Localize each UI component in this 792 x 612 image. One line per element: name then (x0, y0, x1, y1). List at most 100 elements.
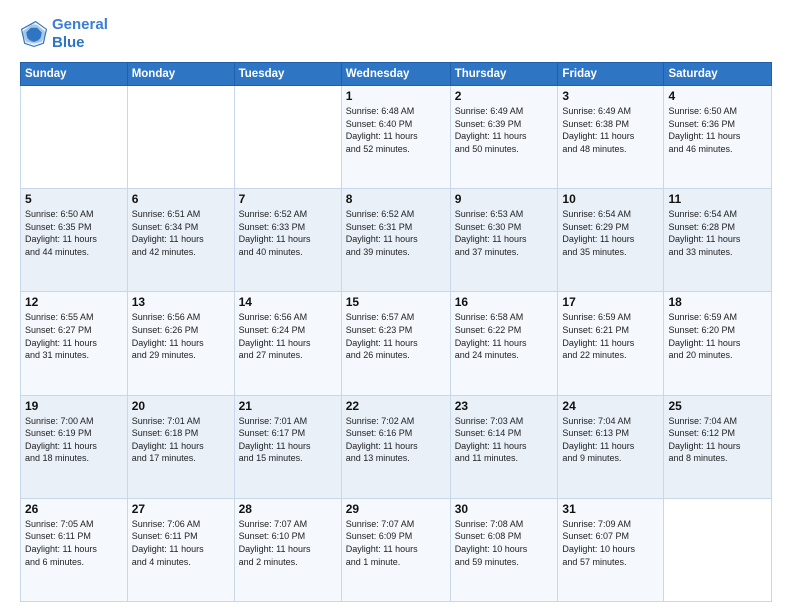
day-number: 3 (562, 89, 659, 103)
day-info: Sunrise: 6:53 AM Sunset: 6:30 PM Dayligh… (455, 208, 554, 258)
day-number: 28 (239, 502, 337, 516)
calendar-table: SundayMondayTuesdayWednesdayThursdayFrid… (20, 62, 772, 602)
day-number: 23 (455, 399, 554, 413)
day-info: Sunrise: 6:59 AM Sunset: 6:20 PM Dayligh… (668, 311, 767, 361)
day-info: Sunrise: 6:58 AM Sunset: 6:22 PM Dayligh… (455, 311, 554, 361)
logo-text-block: GeneralBlue (52, 16, 108, 52)
week-row-5: 26 Sunrise: 7:05 AM Sunset: 6:11 PM Dayli… (21, 498, 772, 601)
header: GeneralBlue (20, 16, 772, 52)
day-cell-18: 18 Sunrise: 6:59 AM Sunset: 6:20 PM Dayli… (664, 292, 772, 395)
week-row-2: 5 Sunrise: 6:50 AM Sunset: 6:35 PM Daylig… (21, 189, 772, 292)
day-cell-13: 13 Sunrise: 6:56 AM Sunset: 6:26 PM Dayli… (127, 292, 234, 395)
logo: GeneralBlue (20, 16, 108, 52)
weekday-header-friday: Friday (558, 63, 664, 86)
day-cell-26: 26 Sunrise: 7:05 AM Sunset: 6:11 PM Dayli… (21, 498, 128, 601)
day-cell-6: 6 Sunrise: 6:51 AM Sunset: 6:34 PM Daylig… (127, 189, 234, 292)
day-info: Sunrise: 6:57 AM Sunset: 6:23 PM Dayligh… (346, 311, 446, 361)
day-cell-11: 11 Sunrise: 6:54 AM Sunset: 6:28 PM Dayli… (664, 189, 772, 292)
day-cell-10: 10 Sunrise: 6:54 AM Sunset: 6:29 PM Dayli… (558, 189, 664, 292)
day-number: 5 (25, 192, 123, 206)
week-row-1: 1 Sunrise: 6:48 AM Sunset: 6:40 PM Daylig… (21, 86, 772, 189)
day-cell-31: 31 Sunrise: 7:09 AM Sunset: 6:07 PM Dayli… (558, 498, 664, 601)
day-cell-25: 25 Sunrise: 7:04 AM Sunset: 6:12 PM Dayli… (664, 395, 772, 498)
day-info: Sunrise: 7:01 AM Sunset: 6:18 PM Dayligh… (132, 415, 230, 465)
weekday-header-wednesday: Wednesday (341, 63, 450, 86)
day-info: Sunrise: 6:48 AM Sunset: 6:40 PM Dayligh… (346, 105, 446, 155)
day-cell-16: 16Sunrise: 6:58 AM Sunset: 6:22 PM Dayli… (450, 292, 558, 395)
empty-cell (234, 86, 341, 189)
empty-cell (127, 86, 234, 189)
day-number: 1 (346, 89, 446, 103)
day-cell-2: 2 Sunrise: 6:49 AM Sunset: 6:39 PM Daylig… (450, 86, 558, 189)
day-number: 21 (239, 399, 337, 413)
day-cell-8: 8 Sunrise: 6:52 AM Sunset: 6:31 PM Daylig… (341, 189, 450, 292)
day-info: Sunrise: 7:04 AM Sunset: 6:12 PM Dayligh… (668, 415, 767, 465)
weekday-header-thursday: Thursday (450, 63, 558, 86)
day-info: Sunrise: 6:50 AM Sunset: 6:35 PM Dayligh… (25, 208, 123, 258)
day-info: Sunrise: 6:51 AM Sunset: 6:34 PM Dayligh… (132, 208, 230, 258)
day-info: Sunrise: 7:05 AM Sunset: 6:11 PM Dayligh… (25, 518, 123, 568)
day-info: Sunrise: 6:49 AM Sunset: 6:39 PM Dayligh… (455, 105, 554, 155)
day-info: Sunrise: 7:03 AM Sunset: 6:14 PM Dayligh… (455, 415, 554, 465)
day-cell-24: 24Sunrise: 7:04 AM Sunset: 6:13 PM Dayli… (558, 395, 664, 498)
day-cell-9: 9 Sunrise: 6:53 AM Sunset: 6:30 PM Daylig… (450, 189, 558, 292)
day-number: 13 (132, 295, 230, 309)
day-cell-14: 14 Sunrise: 6:56 AM Sunset: 6:24 PM Dayli… (234, 292, 341, 395)
day-cell-7: 7 Sunrise: 6:52 AM Sunset: 6:33 PM Daylig… (234, 189, 341, 292)
day-info: Sunrise: 6:49 AM Sunset: 6:38 PM Dayligh… (562, 105, 659, 155)
day-number: 9 (455, 192, 554, 206)
day-cell-15: 15 Sunrise: 6:57 AM Sunset: 6:23 PM Dayli… (341, 292, 450, 395)
day-info: Sunrise: 6:54 AM Sunset: 6:28 PM Dayligh… (668, 208, 767, 258)
day-cell-21: 21 Sunrise: 7:01 AM Sunset: 6:17 PM Dayli… (234, 395, 341, 498)
day-number: 7 (239, 192, 337, 206)
weekday-header-tuesday: Tuesday (234, 63, 341, 86)
day-number: 19 (25, 399, 123, 413)
day-cell-27: 27 Sunrise: 7:06 AM Sunset: 6:11 PM Dayli… (127, 498, 234, 601)
day-number: 11 (668, 192, 767, 206)
day-number: 18 (668, 295, 767, 309)
day-info: Sunrise: 7:07 AM Sunset: 6:09 PM Dayligh… (346, 518, 446, 568)
weekday-header-monday: Monday (127, 63, 234, 86)
day-info: Sunrise: 7:08 AM Sunset: 6:08 PM Dayligh… (455, 518, 554, 568)
day-cell-17: 17Sunrise: 6:59 AM Sunset: 6:21 PM Dayli… (558, 292, 664, 395)
day-info: Sunrise: 6:50 AM Sunset: 6:36 PM Dayligh… (668, 105, 767, 155)
day-number: 15 (346, 295, 446, 309)
day-number: 8 (346, 192, 446, 206)
day-number: 29 (346, 502, 446, 516)
day-number: 4 (668, 89, 767, 103)
day-info: Sunrise: 6:54 AM Sunset: 6:29 PM Dayligh… (562, 208, 659, 258)
day-info: Sunrise: 6:56 AM Sunset: 6:26 PM Dayligh… (132, 311, 230, 361)
day-number: 31 (562, 502, 659, 516)
logo-name: GeneralBlue (52, 16, 108, 52)
week-row-3: 12Sunrise: 6:55 AM Sunset: 6:27 PM Dayli… (21, 292, 772, 395)
day-number: 26 (25, 502, 123, 516)
day-cell-19: 19 Sunrise: 7:00 AM Sunset: 6:19 PM Dayli… (21, 395, 128, 498)
day-cell-4: 4 Sunrise: 6:50 AM Sunset: 6:36 PM Daylig… (664, 86, 772, 189)
day-info: Sunrise: 7:09 AM Sunset: 6:07 PM Dayligh… (562, 518, 659, 568)
day-cell-12: 12Sunrise: 6:55 AM Sunset: 6:27 PM Dayli… (21, 292, 128, 395)
day-number: 10 (562, 192, 659, 206)
day-cell-20: 20Sunrise: 7:01 AM Sunset: 6:18 PM Dayli… (127, 395, 234, 498)
day-info: Sunrise: 7:01 AM Sunset: 6:17 PM Dayligh… (239, 415, 337, 465)
day-info: Sunrise: 7:00 AM Sunset: 6:19 PM Dayligh… (25, 415, 123, 465)
day-info: Sunrise: 6:52 AM Sunset: 6:31 PM Dayligh… (346, 208, 446, 258)
empty-cell (664, 498, 772, 601)
weekday-header-sunday: Sunday (21, 63, 128, 86)
weekday-header-row: SundayMondayTuesdayWednesdayThursdayFrid… (21, 63, 772, 86)
day-number: 30 (455, 502, 554, 516)
day-number: 6 (132, 192, 230, 206)
day-number: 25 (668, 399, 767, 413)
day-info: Sunrise: 6:52 AM Sunset: 6:33 PM Dayligh… (239, 208, 337, 258)
logo-icon (20, 20, 48, 48)
empty-cell (21, 86, 128, 189)
day-info: Sunrise: 6:55 AM Sunset: 6:27 PM Dayligh… (25, 311, 123, 361)
day-info: Sunrise: 7:06 AM Sunset: 6:11 PM Dayligh… (132, 518, 230, 568)
day-number: 2 (455, 89, 554, 103)
day-number: 17 (562, 295, 659, 309)
calendar-page: GeneralBlue SundayMondayTuesdayWednesday… (0, 0, 792, 612)
day-info: Sunrise: 7:02 AM Sunset: 6:16 PM Dayligh… (346, 415, 446, 465)
day-info: Sunrise: 6:56 AM Sunset: 6:24 PM Dayligh… (239, 311, 337, 361)
day-number: 24 (562, 399, 659, 413)
day-number: 27 (132, 502, 230, 516)
day-number: 14 (239, 295, 337, 309)
